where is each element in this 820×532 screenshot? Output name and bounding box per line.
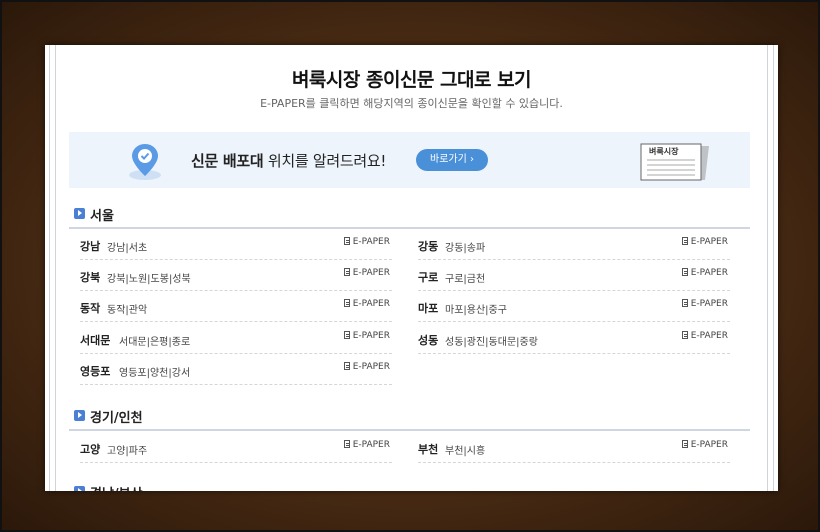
page-edge [49, 45, 50, 491]
region-areas: 마포|용산|중구 [445, 305, 507, 316]
page-subtitle: E-PAPER를 클릭하면 해당지역의 종이신문을 확인할 수 있습니다. [260, 97, 563, 110]
document-icon [681, 440, 688, 448]
distribution-banner[interactable]: 신문 배포대 위치를 알려드려요! 바로가기 › 벼룩시장 [69, 132, 750, 188]
region-areas: 동작|관악 [107, 305, 148, 316]
epaper-panel: 벼룩시장 종이신문 그대로 보기 E-PAPER를 클릭하면 해당지역의 종이신… [45, 45, 778, 491]
region-name: 강동 [418, 240, 439, 253]
table-row: 강동 강동|송파 E-PAPER [418, 229, 730, 260]
region-name: 고양 [80, 443, 101, 456]
epaper-link[interactable]: E-PAPER [681, 299, 728, 309]
epaper-label: E-PAPER [352, 362, 390, 372]
region-name: 부천 [418, 443, 439, 456]
epaper-link[interactable]: E-PAPER [681, 331, 728, 341]
document-icon [343, 440, 350, 448]
region-areas: 성동|광진|동대문|중랑 [445, 337, 538, 348]
table-row: 서대문 서대문|은평|종로 E-PAPER [80, 323, 392, 354]
table-row: 성동 성동|광진|동대문|중랑 E-PAPER [418, 323, 730, 354]
region-name: 서대문 [80, 334, 111, 347]
banner-text: 신문 배포대 위치를 알려드려요! [191, 150, 386, 171]
epaper-label: E-PAPER [690, 268, 728, 278]
section-gyeongnam-busan: 경남/부산 [74, 483, 750, 491]
table-row: 강북 강북|노원|도봉|성북 E-PAPER [80, 260, 392, 291]
epaper-link[interactable]: E-PAPER [343, 331, 390, 341]
document-icon [343, 237, 350, 245]
section-title: 경기/인천 [90, 411, 143, 426]
document-icon [681, 299, 688, 307]
epaper-link[interactable]: E-PAPER [343, 237, 390, 247]
epaper-label: E-PAPER [690, 331, 728, 341]
table-row: 마포 마포|용산|중구 E-PAPER [418, 291, 730, 322]
banner-text-rest: 위치를 알려드려요! [263, 152, 387, 170]
page-edge [773, 45, 774, 491]
region-areas: 강남|서초 [107, 243, 148, 254]
epaper-label: E-PAPER [352, 331, 390, 341]
epaper-label: E-PAPER [690, 440, 728, 450]
epaper-link[interactable]: E-PAPER [681, 268, 728, 278]
section-arrow-icon [74, 410, 85, 421]
document-icon [681, 237, 688, 245]
epaper-link[interactable]: E-PAPER [343, 362, 390, 372]
table-row: 구로 구로|금천 E-PAPER [418, 260, 730, 291]
epaper-link[interactable]: E-PAPER [681, 237, 728, 247]
epaper-link[interactable]: E-PAPER [343, 440, 390, 450]
section-divider [69, 429, 750, 431]
epaper-label: E-PAPER [352, 237, 390, 247]
region-areas: 고양|파주 [107, 446, 148, 457]
document-icon [681, 268, 688, 276]
region-name: 구로 [418, 271, 439, 284]
table-row: 영등포 영등포|양천|강서 E-PAPER [80, 354, 392, 385]
table-row: 부천 부천|시흥 E-PAPER [418, 432, 730, 463]
epaper-link[interactable]: E-PAPER [343, 299, 390, 309]
location-pin-icon [125, 140, 165, 186]
table-row: 고양 고양|파주 E-PAPER [80, 432, 392, 463]
banner-text-bold: 신문 배포대 [191, 152, 264, 170]
document-icon [681, 331, 688, 339]
epaper-label: E-PAPER [690, 299, 728, 309]
go-button[interactable]: 바로가기 › [416, 149, 488, 171]
region-name: 동작 [80, 302, 101, 315]
wood-frame: 벼룩시장 종이신문 그대로 보기 E-PAPER를 클릭하면 해당지역의 종이신… [0, 0, 820, 532]
page-title: 벼룩시장 종이신문 그대로 보기 [291, 69, 532, 91]
section-gyeonggi-incheon: 경기/인천 [74, 407, 750, 427]
epaper-label: E-PAPER [690, 237, 728, 247]
document-icon [343, 268, 350, 276]
epaper-link[interactable]: E-PAPER [681, 440, 728, 450]
epaper-label: E-PAPER [352, 440, 390, 450]
table-row: 강남 강남|서초 E-PAPER [80, 229, 392, 260]
document-icon [343, 331, 350, 339]
document-icon [343, 362, 350, 370]
page-edge [55, 45, 56, 491]
epaper-label: E-PAPER [352, 268, 390, 278]
region-name: 마포 [418, 302, 439, 315]
section-title: 경남/부산 [90, 483, 143, 491]
section-title: 서울 [90, 209, 114, 224]
document-icon [343, 299, 350, 307]
epaper-label: E-PAPER [352, 299, 390, 309]
section-arrow-icon [74, 208, 85, 219]
region-name: 성동 [418, 334, 439, 347]
section-arrow-icon [74, 486, 85, 491]
newspaper-label: 벼룩시장 [649, 146, 679, 156]
region-name: 강남 [80, 240, 101, 253]
region-areas: 영등포|양천|강서 [119, 368, 191, 379]
newspaper-icon: 벼룩시장 [639, 142, 711, 186]
region-areas: 강북|노원|도봉|성북 [107, 274, 191, 285]
region-areas: 서대문|은평|종로 [119, 337, 191, 348]
epaper-link[interactable]: E-PAPER [343, 268, 390, 278]
region-name: 영등포 [80, 365, 111, 378]
table-row: 동작 동작|관악 E-PAPER [80, 291, 392, 322]
region-areas: 부천|시흥 [445, 446, 486, 457]
region-name: 강북 [80, 271, 101, 284]
region-areas: 강동|송파 [445, 243, 486, 254]
page-edge [767, 45, 768, 491]
region-areas: 구로|금천 [445, 274, 486, 285]
section-seoul: 서울 [74, 205, 750, 225]
